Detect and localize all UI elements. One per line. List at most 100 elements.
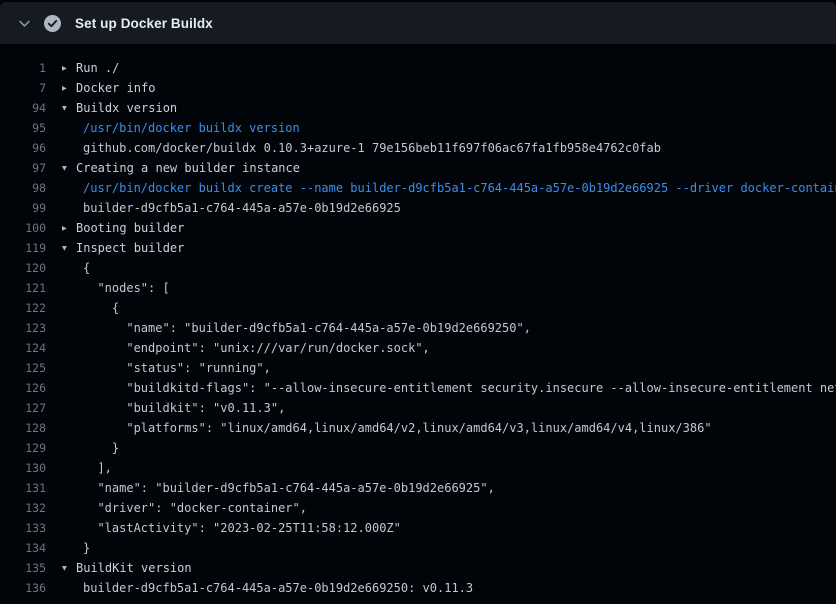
log-output-text: builder-d9cfb5a1-c764-445a-a57e-0b19d2e6… bbox=[62, 581, 836, 595]
log-output-text: ], bbox=[62, 461, 836, 475]
log-text: Run ./ bbox=[76, 61, 119, 75]
log-output-text: } bbox=[62, 441, 836, 455]
log-line: 7 ▶Docker info bbox=[0, 78, 836, 98]
log-text: BuildKit version bbox=[76, 561, 192, 575]
line-number[interactable]: 119 bbox=[0, 241, 48, 255]
log-group-header[interactable]: ▼BuildKit version bbox=[62, 561, 836, 575]
log-line: 100 ▶Booting builder bbox=[0, 218, 836, 238]
line-number[interactable]: 133 bbox=[0, 521, 48, 535]
line-number[interactable]: 136 bbox=[0, 581, 48, 595]
line-number[interactable]: 130 bbox=[0, 461, 48, 475]
line-number[interactable]: 122 bbox=[0, 301, 48, 315]
log-line: 124 "endpoint": "unix:///var/run/docker.… bbox=[0, 338, 836, 358]
line-number[interactable]: 98 bbox=[0, 181, 48, 195]
log-output-text: "name": "builder-d9cfb5a1-c764-445a-a57e… bbox=[62, 321, 836, 335]
log-command-text: /usr/bin/docker buildx create --name bui… bbox=[62, 181, 836, 195]
triangle-down-icon: ▼ bbox=[62, 103, 76, 112]
step-title: Set up Docker Buildx bbox=[75, 16, 213, 31]
line-number[interactable]: 123 bbox=[0, 321, 48, 335]
triangle-down-icon: ▼ bbox=[62, 563, 76, 572]
log-line: 133 "lastActivity": "2023-02-25T11:58:12… bbox=[0, 518, 836, 538]
line-number[interactable]: 132 bbox=[0, 501, 48, 515]
log-output-text: "endpoint": "unix:///var/run/docker.sock… bbox=[62, 341, 836, 355]
log-line: 127 "buildkit": "v0.11.3", bbox=[0, 398, 836, 418]
log-line: 97 ▼Creating a new builder instance bbox=[0, 158, 836, 178]
line-number[interactable]: 94 bbox=[0, 101, 48, 115]
log-output-text: } bbox=[62, 541, 836, 555]
log-line: 120 { bbox=[0, 258, 836, 278]
log-output-text: builder-d9cfb5a1-c764-445a-a57e-0b19d2e6… bbox=[62, 201, 836, 215]
log-output-text: "driver": "docker-container", bbox=[62, 501, 836, 515]
log-line: 131 "name": "builder-d9cfb5a1-c764-445a-… bbox=[0, 478, 836, 498]
log-line: 132 "driver": "docker-container", bbox=[0, 498, 836, 518]
log-line: 119 ▼Inspect builder bbox=[0, 238, 836, 258]
log-line: 135 ▼BuildKit version bbox=[0, 558, 836, 578]
line-number[interactable]: 121 bbox=[0, 281, 48, 295]
triangle-right-icon: ▶ bbox=[62, 63, 76, 72]
log-line: 99 builder-d9cfb5a1-c764-445a-a57e-0b19d2… bbox=[0, 198, 836, 218]
line-number[interactable]: 1 bbox=[0, 61, 48, 75]
log-command-text: /usr/bin/docker buildx version bbox=[62, 121, 836, 135]
log-output-text: "status": "running", bbox=[62, 361, 836, 375]
log-line: 96 github.com/docker/buildx 0.10.3+azure-… bbox=[0, 138, 836, 158]
line-number[interactable]: 127 bbox=[0, 401, 48, 415]
log-output-text: "name": "builder-d9cfb5a1-c764-445a-a57e… bbox=[62, 481, 836, 495]
check-circle-icon bbox=[44, 15, 61, 32]
line-number[interactable]: 131 bbox=[0, 481, 48, 495]
line-number[interactable]: 7 bbox=[0, 81, 48, 95]
log-line: 94 ▼Buildx version bbox=[0, 98, 836, 118]
line-number[interactable]: 128 bbox=[0, 421, 48, 435]
log-output-text: "nodes": [ bbox=[62, 281, 836, 295]
line-number[interactable]: 97 bbox=[0, 161, 48, 175]
log-group-header[interactable]: ▶Booting builder bbox=[62, 221, 836, 235]
log-output-text: "buildkitd-flags": "--allow-insecure-ent… bbox=[62, 381, 836, 395]
log-line: 136 builder-d9cfb5a1-c764-445a-a57e-0b19d… bbox=[0, 578, 836, 598]
log-line: 1 ▶Run ./ bbox=[0, 58, 836, 78]
log-text: Inspect builder bbox=[76, 241, 184, 255]
log-line: 95/usr/bin/docker buildx version bbox=[0, 118, 836, 138]
log-output-text: "buildkit": "v0.11.3", bbox=[62, 401, 836, 415]
log-line: 98/usr/bin/docker buildx create --name b… bbox=[0, 178, 836, 198]
log-line: 122 { bbox=[0, 298, 836, 318]
log-output-text: { bbox=[62, 261, 836, 275]
log-line: 134} bbox=[0, 538, 836, 558]
line-number[interactable]: 134 bbox=[0, 541, 48, 555]
log-group-header[interactable]: ▼Creating a new builder instance bbox=[62, 161, 836, 175]
log-output-text: { bbox=[62, 301, 836, 315]
line-number[interactable]: 124 bbox=[0, 341, 48, 355]
log-text: Booting builder bbox=[76, 221, 184, 235]
log-text: Creating a new builder instance bbox=[76, 161, 300, 175]
log-line: 125 "status": "running", bbox=[0, 358, 836, 378]
line-number[interactable]: 129 bbox=[0, 441, 48, 455]
line-number[interactable]: 100 bbox=[0, 221, 48, 235]
triangle-right-icon: ▶ bbox=[62, 223, 76, 232]
log-line: 123 "name": "builder-d9cfb5a1-c764-445a-… bbox=[0, 318, 836, 338]
log-line: 129 } bbox=[0, 438, 836, 458]
log-group-header[interactable]: ▶Run ./ bbox=[62, 61, 836, 75]
log-group-header[interactable]: ▼Inspect builder bbox=[62, 241, 836, 255]
line-number[interactable]: 99 bbox=[0, 201, 48, 215]
chevron-down-icon[interactable] bbox=[16, 15, 32, 31]
log-lines: 1▶Run ./7▶Docker info94▼Buildx version95… bbox=[0, 44, 836, 598]
log-line: 130 ], bbox=[0, 458, 836, 478]
log-line: 126 "buildkitd-flags": "--allow-insecure… bbox=[0, 378, 836, 398]
log-output-text: "lastActivity": "2023-02-25T11:58:12.000… bbox=[62, 521, 836, 535]
log-group-header[interactable]: ▶Docker info bbox=[62, 81, 836, 95]
line-number[interactable]: 126 bbox=[0, 381, 48, 395]
triangle-down-icon: ▼ bbox=[62, 243, 76, 252]
line-number[interactable]: 125 bbox=[0, 361, 48, 375]
line-number[interactable]: 135 bbox=[0, 561, 48, 575]
triangle-right-icon: ▶ bbox=[62, 83, 76, 92]
line-number[interactable]: 120 bbox=[0, 261, 48, 275]
log-output-text: github.com/docker/buildx 0.10.3+azure-1 … bbox=[62, 141, 836, 155]
log-output-text: "platforms": "linux/amd64,linux/amd64/v2… bbox=[62, 421, 836, 435]
line-number[interactable]: 95 bbox=[0, 121, 48, 135]
log-line: 121 "nodes": [ bbox=[0, 278, 836, 298]
log-text: Docker info bbox=[76, 81, 155, 95]
log-text: Buildx version bbox=[76, 101, 177, 115]
log-line: 128 "platforms": "linux/amd64,linux/amd6… bbox=[0, 418, 836, 438]
log-group-header[interactable]: ▼Buildx version bbox=[62, 101, 836, 115]
line-number[interactable]: 96 bbox=[0, 141, 48, 155]
triangle-down-icon: ▼ bbox=[62, 163, 76, 172]
step-header[interactable]: Set up Docker Buildx bbox=[0, 2, 836, 44]
